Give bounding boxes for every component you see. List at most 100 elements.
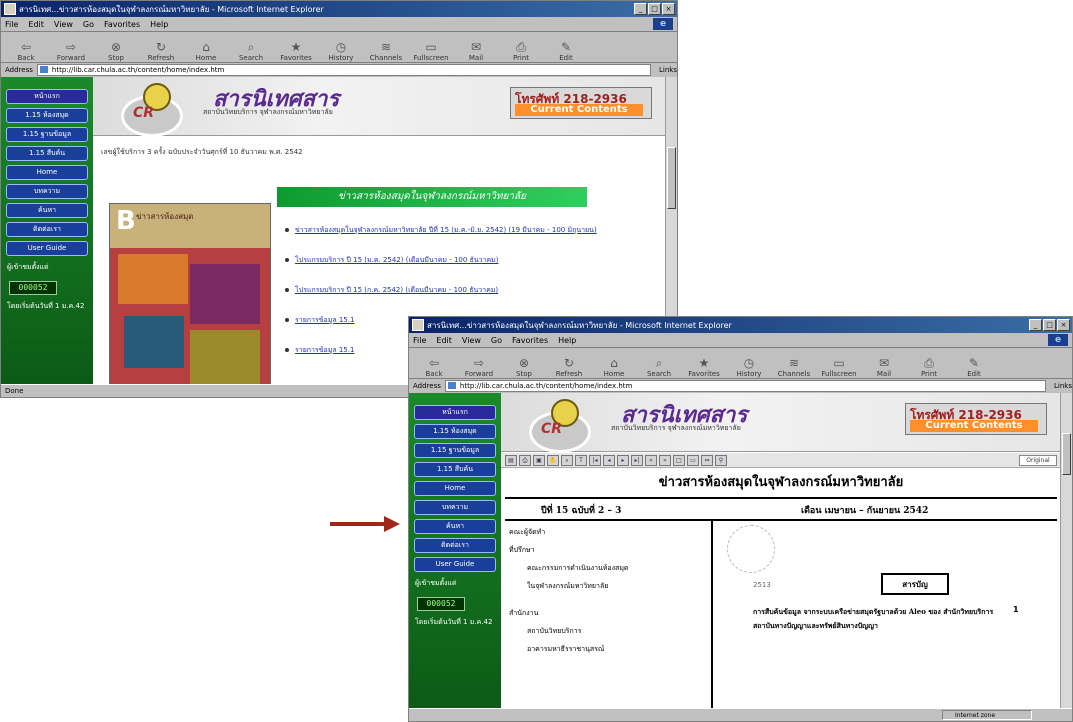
sidebar-item-search[interactable]: 1.15 สืบค้น: [6, 146, 88, 161]
menu-help[interactable]: Help: [150, 20, 168, 29]
edit-button[interactable]: ✎ Edit: [953, 357, 995, 379]
back-button[interactable]: ⇦ Back: [5, 41, 47, 63]
stop-button[interactable]: ⊗ Stop: [95, 41, 137, 63]
menu-edit[interactable]: Edit: [28, 20, 44, 29]
sidebar-item-database[interactable]: 1.15 ฐานข้อมูล: [6, 127, 88, 142]
channels-button[interactable]: ≋ Channels: [365, 41, 407, 63]
sidebar-item-find[interactable]: ค้นหา: [414, 519, 496, 534]
first-page-icon[interactable]: |◂: [589, 454, 601, 466]
print-icon[interactable]: ⎙: [519, 454, 531, 466]
maximize-button[interactable]: □: [648, 3, 661, 15]
sidebar-item-home[interactable]: Home: [6, 165, 88, 180]
sidebar-item-home-th[interactable]: หน้าแรก: [414, 405, 496, 420]
go-back-icon[interactable]: «: [645, 454, 657, 466]
scroll-thumb[interactable]: [667, 147, 676, 209]
sidebar-item-library[interactable]: 1.15 ห้องสมุด: [414, 424, 496, 439]
home-button[interactable]: ⌂ Home: [593, 357, 635, 379]
select-text-icon[interactable]: T: [575, 454, 587, 466]
sidebar-item-contact[interactable]: ติดต่อเรา: [414, 538, 496, 553]
zoom-tool-icon[interactable]: ⌕: [561, 454, 573, 466]
sidebar-item-home-th[interactable]: หน้าแรก: [6, 89, 88, 104]
sidebar-item-articles[interactable]: บทความ: [6, 184, 88, 199]
links-label[interactable]: Links: [1054, 382, 1072, 390]
links-label[interactable]: Links: [659, 66, 677, 74]
issue-link[interactable]: ข่าวสารห้องสมุดในจุฬาลงกรณ์มหาวิทยาลัย ป…: [295, 226, 597, 234]
menu-file[interactable]: File: [413, 336, 426, 345]
toc-page-number: 1: [1013, 605, 1019, 614]
prev-page-icon[interactable]: ◂: [603, 454, 615, 466]
list-item: ข่าวสารห้องสมุดในจุฬาลงกรณ์มหาวิทยาลัย ป…: [283, 225, 643, 235]
vertical-scrollbar[interactable]: [1060, 393, 1072, 709]
forward-button[interactable]: ⇨ Forward: [458, 357, 500, 379]
maximize-button[interactable]: □: [1043, 319, 1056, 331]
sidebar-item-find[interactable]: ค้นหา: [6, 203, 88, 218]
mail-button[interactable]: ✉ Mail: [455, 41, 497, 63]
save-icon[interactable]: ▣: [533, 454, 545, 466]
next-page-icon[interactable]: ▸: [617, 454, 629, 466]
print-button[interactable]: ⎙ Print: [908, 357, 950, 379]
refresh-button[interactable]: ↻ Refresh: [548, 357, 590, 379]
menu-go[interactable]: Go: [491, 336, 502, 345]
cover-photo: [124, 316, 184, 368]
sidebar-item-search[interactable]: 1.15 สืบค้น: [414, 462, 496, 477]
close-button[interactable]: ×: [662, 3, 675, 15]
fullscreen-button[interactable]: ▭ Fullscreen: [410, 41, 452, 63]
hand-tool-icon[interactable]: ✋: [547, 454, 559, 466]
issue-link[interactable]: โปรแกรมบริการ ปี 15 (ก.ค. 2542) (เดือนมี…: [295, 286, 498, 294]
menu-file[interactable]: File: [5, 20, 18, 29]
menu-view[interactable]: View: [54, 20, 73, 29]
stop-button[interactable]: ⊗ Stop: [503, 357, 545, 379]
minimize-button[interactable]: _: [634, 3, 647, 15]
favorites-button[interactable]: ★ Favorites: [683, 357, 725, 379]
zoom-level[interactable]: Original: [1019, 454, 1057, 466]
arrow-head: [384, 516, 400, 532]
fullscreen-button[interactable]: ▭ Fullscreen: [818, 357, 860, 379]
close-button[interactable]: ×: [1057, 319, 1070, 331]
counter-start-text: โดยเริ่มต้นวันที่ 1 ม.ค.42: [7, 302, 85, 310]
find-icon[interactable]: ⚲: [715, 454, 727, 466]
search-button[interactable]: ⌕ Search: [230, 41, 272, 63]
address-input[interactable]: http://lib.car.chula.ac.th/content/home/…: [36, 64, 652, 76]
scroll-thumb[interactable]: [1062, 433, 1071, 475]
mail-icon: ✉: [878, 356, 890, 370]
print-button[interactable]: ⎙ Print: [500, 41, 542, 63]
refresh-button[interactable]: ↻ Refresh: [140, 41, 182, 63]
issue-link[interactable]: รายการข้อมูล 15.1: [295, 316, 354, 324]
newsletter-cover-image[interactable]: ข่าวสารห้องสมุด B: [109, 203, 271, 385]
menu-favorites[interactable]: Favorites: [104, 20, 140, 29]
actual-size-icon[interactable]: □: [673, 454, 685, 466]
sidebar-item-database[interactable]: 1.15 ฐานข้อมูล: [414, 443, 496, 458]
search-button[interactable]: ⌕ Search: [638, 357, 680, 379]
mail-button[interactable]: ✉ Mail: [863, 356, 905, 379]
sidebar-item-articles[interactable]: บทความ: [414, 500, 496, 515]
history-button[interactable]: ◷ History: [728, 357, 770, 379]
history-button[interactable]: ◷ History: [320, 41, 362, 63]
sidebar-item-library[interactable]: 1.15 ห้องสมุด: [6, 108, 88, 123]
go-forward-icon[interactable]: »: [659, 454, 671, 466]
address-input[interactable]: http://lib.car.chula.ac.th/content/home/…: [444, 380, 1047, 392]
open-icon[interactable]: ▤: [505, 454, 517, 466]
minimize-button[interactable]: _: [1029, 319, 1042, 331]
back-button[interactable]: ⇦ Back: [413, 357, 455, 379]
issue-link[interactable]: รายการข้อมูล 15.1: [295, 346, 354, 354]
forward-button[interactable]: ⇨ Forward: [50, 41, 92, 63]
sidebar-item-contact[interactable]: ติดต่อเรา: [6, 222, 88, 237]
last-page-icon[interactable]: ▸|: [631, 454, 643, 466]
menu-help[interactable]: Help: [558, 336, 576, 345]
sidebar-item-home[interactable]: Home: [414, 481, 496, 496]
cover-photo: [190, 330, 260, 385]
edit-button[interactable]: ✎ Edit: [545, 41, 587, 63]
sidebar-item-user-guide[interactable]: User Guide: [414, 557, 496, 572]
menu-view[interactable]: View: [462, 336, 481, 345]
menu-favorites[interactable]: Favorites: [512, 336, 548, 345]
fit-width-icon[interactable]: ⇔: [701, 454, 713, 466]
menu-edit[interactable]: Edit: [436, 336, 452, 345]
channels-button[interactable]: ≋ Channels: [773, 357, 815, 379]
toc-entry[interactable]: การสืบค้นข้อมูล จากระบบเครือข่ายสมุดรัฐบ…: [753, 605, 1009, 633]
home-button[interactable]: ⌂ Home: [185, 41, 227, 63]
sidebar-item-user-guide[interactable]: User Guide: [6, 241, 88, 256]
issue-link[interactable]: โปรแกรมบริการ ปี 15 (ม.ค. 2542) (เดือนมี…: [295, 256, 499, 264]
fit-page-icon[interactable]: ▭: [687, 454, 699, 466]
menu-go[interactable]: Go: [83, 20, 94, 29]
favorites-button[interactable]: ★ Favorites: [275, 41, 317, 63]
